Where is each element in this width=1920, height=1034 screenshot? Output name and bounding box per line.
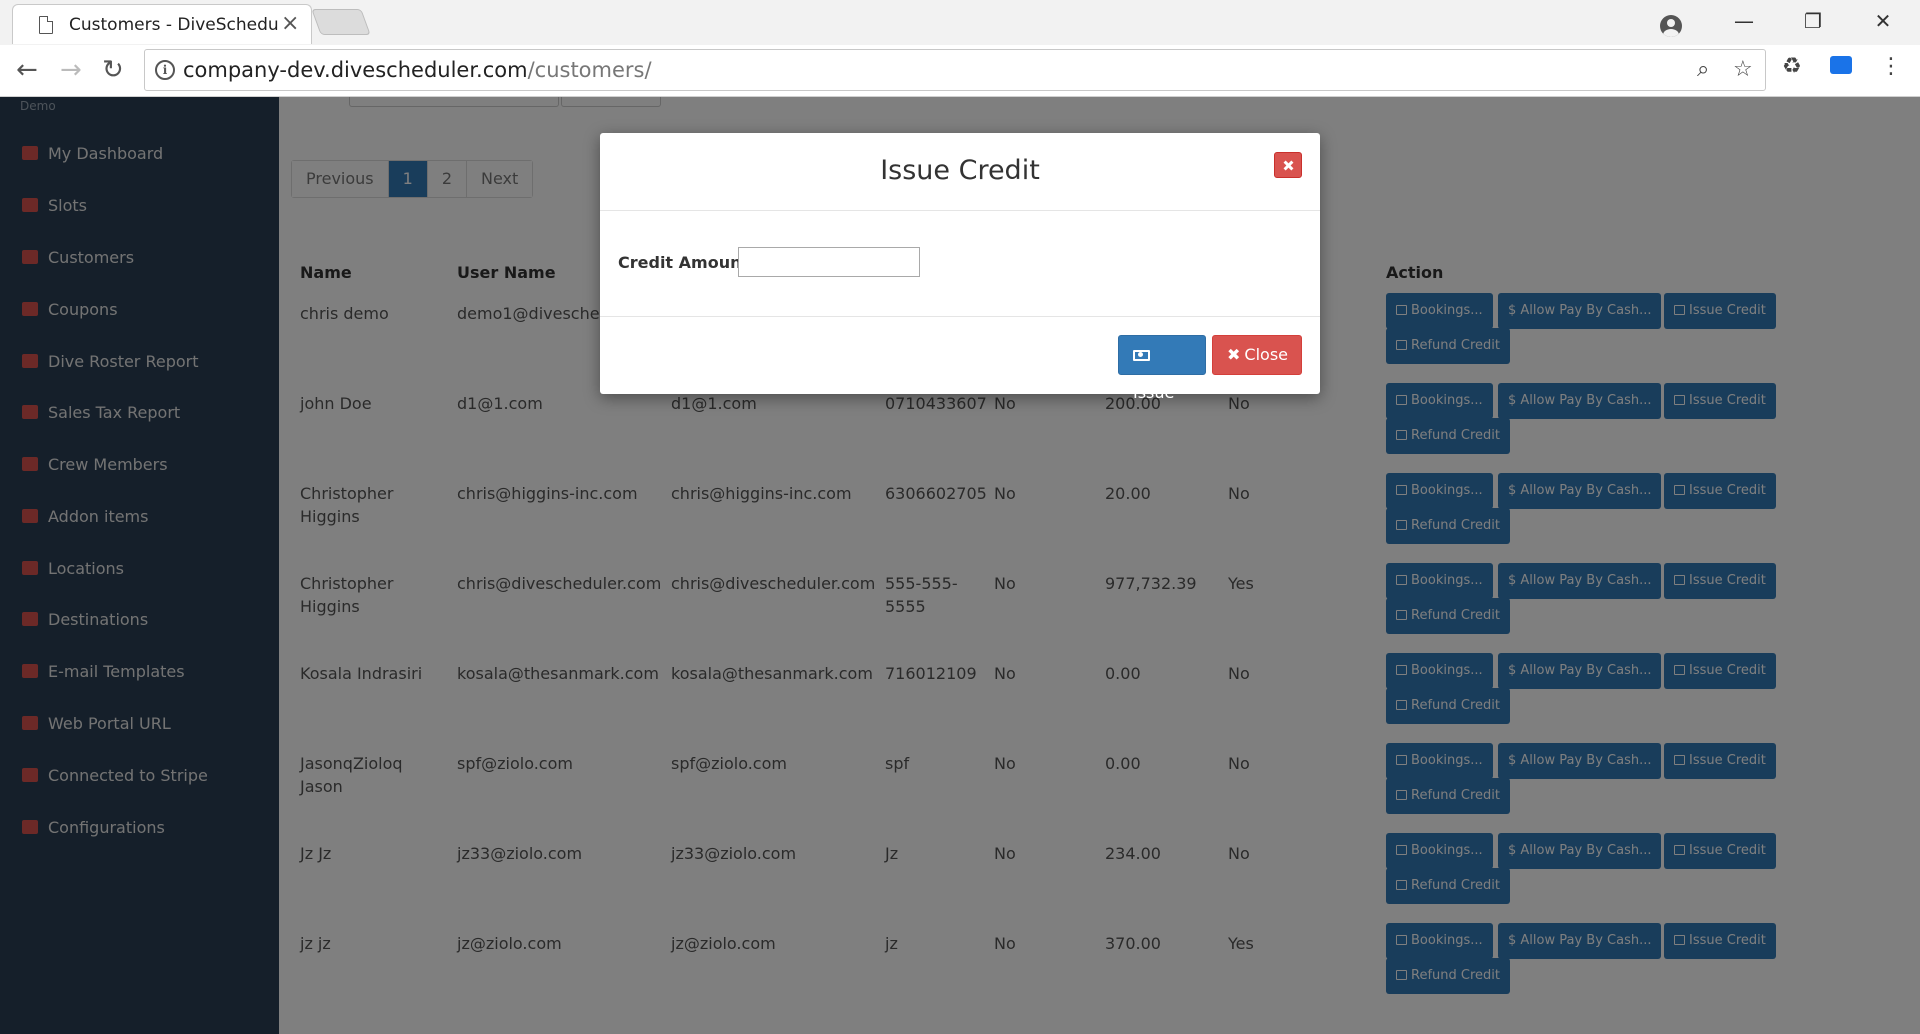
reload-icon[interactable]: ↻: [102, 55, 124, 85]
close-button-label: Close: [1244, 345, 1288, 364]
new-tab-button[interactable]: [311, 9, 371, 35]
page-icon: [39, 16, 53, 34]
url-path: /customers/: [527, 58, 652, 82]
modal-close-icon[interactable]: [1274, 152, 1302, 178]
tab-title: Customers - DiveSchedul: [69, 15, 279, 35]
browser-tab[interactable]: Customers - DiveSchedul ×: [12, 4, 312, 44]
profile-icon[interactable]: [1660, 15, 1682, 37]
window-close-icon[interactable]: ✕: [1863, 6, 1903, 36]
url-text: company-dev.divescheduler.com/customers/: [183, 58, 652, 82]
zoom-icon[interactable]: ⌕: [1697, 57, 1709, 82]
restore-icon[interactable]: ❐: [1793, 6, 1833, 36]
minimize-icon[interactable]: —: [1724, 6, 1764, 36]
url-host: company-dev.divescheduler.com: [183, 58, 528, 82]
issue-button-label: Issue: [1133, 383, 1175, 402]
tab-close-icon[interactable]: ×: [281, 11, 299, 36]
browser-menu-icon[interactable]: ⋮: [1880, 54, 1902, 79]
browser-toolbar: ← → ↻ i company-dev.divescheduler.com/cu…: [0, 45, 1920, 97]
issue-button[interactable]: Issue: [1118, 335, 1206, 402]
extension-icon[interactable]: [1830, 56, 1852, 74]
browser-tab-strip: Customers - DiveSchedul × — ❐ ✕: [0, 0, 1920, 45]
bookmark-star-icon[interactable]: ☆: [1733, 57, 1753, 82]
modal-title: Issue Credit: [880, 155, 1040, 186]
modal-footer: Issue ✖ Close: [600, 316, 1320, 402]
forward-icon[interactable]: →: [60, 55, 82, 85]
close-button[interactable]: ✖ Close: [1212, 335, 1302, 375]
issue-credit-modal: Issue Credit Credit Amount : Issue ✖ Clos…: [600, 133, 1320, 402]
credit-amount-input[interactable]: [738, 247, 920, 277]
recycle-extension-icon[interactable]: ♻: [1782, 54, 1802, 79]
modal-header: Issue Credit: [600, 133, 1320, 211]
address-bar[interactable]: i company-dev.divescheduler.com/customer…: [144, 49, 1766, 91]
site-info-icon[interactable]: i: [155, 60, 175, 80]
money-icon: [1133, 350, 1150, 361]
back-icon[interactable]: ←: [16, 55, 38, 85]
close-icon: ✖: [1227, 345, 1241, 364]
